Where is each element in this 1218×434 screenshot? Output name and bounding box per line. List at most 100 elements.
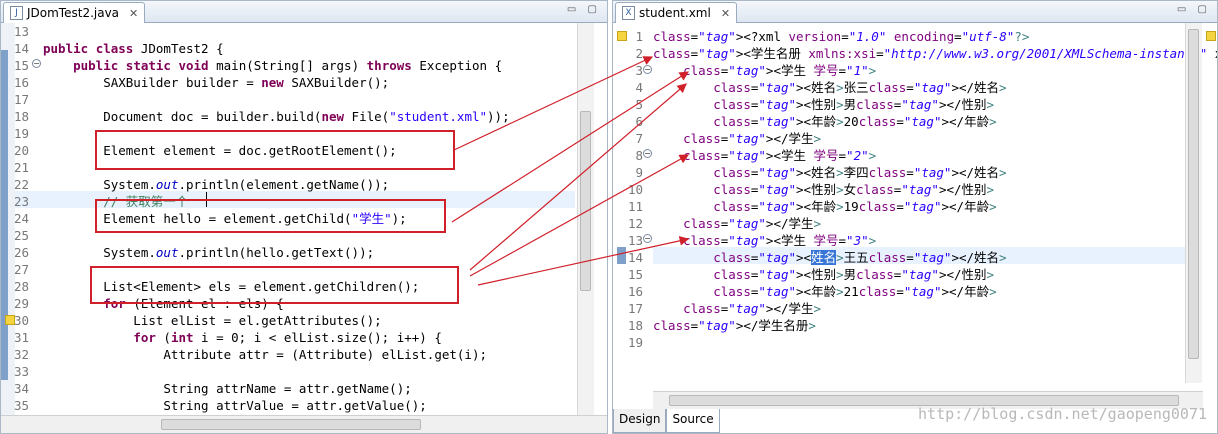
warning-marker-icon[interactable] bbox=[5, 315, 15, 325]
tab-student-xml[interactable]: X student.xml ✕ bbox=[615, 2, 738, 23]
line-number: 15 bbox=[13, 58, 29, 73]
tab-title: student.xml bbox=[639, 6, 711, 20]
annotation-box-get-children bbox=[90, 266, 459, 304]
code-text[interactable]: class="tag"><年龄>20class="tag"></年龄> bbox=[653, 113, 996, 130]
line-number: 14 bbox=[627, 250, 643, 265]
code-text[interactable]: class="tag"><学生 学号="1"> bbox=[653, 62, 876, 79]
window-controls[interactable]: ▭ ▢ bbox=[567, 4, 601, 15]
code-text[interactable]: Document doc = builder.build(new File("s… bbox=[43, 108, 509, 125]
code-text[interactable]: public static void main(String[] args) t… bbox=[43, 57, 502, 74]
line-number: 24 bbox=[13, 211, 29, 226]
tab-title: JDomTest2.java bbox=[27, 6, 120, 20]
code-text[interactable]: class="tag"><姓名>李四class="tag"></姓名> bbox=[653, 164, 1006, 181]
line-number: 35 bbox=[13, 398, 29, 413]
line-number: 27 bbox=[13, 262, 29, 277]
line-number: 26 bbox=[13, 245, 29, 260]
line-number: 12 bbox=[627, 216, 643, 231]
line-number: 7 bbox=[635, 131, 643, 146]
line-number: 4 bbox=[635, 80, 643, 95]
line-number: 29 bbox=[13, 296, 29, 311]
java-editor-tabbar: J JDomTest2.java ✕ ▭ ▢ bbox=[1, 1, 607, 23]
line-number: 9 bbox=[635, 165, 643, 180]
overview-warning-icon[interactable] bbox=[1206, 31, 1216, 41]
line-number: 20 bbox=[13, 143, 29, 158]
line-number: 34 bbox=[13, 381, 29, 396]
line-number: 3 bbox=[635, 63, 643, 78]
java-file-icon: J bbox=[10, 6, 23, 20]
code-text[interactable]: class="tag"></学生> bbox=[653, 215, 821, 232]
code-text[interactable]: class="tag"><性别>男class="tag"></性别> bbox=[653, 96, 994, 113]
editor-mode-tabs: Design Source bbox=[613, 409, 720, 433]
code-text[interactable]: class="tag"><?xml version="1.0" encoding… bbox=[653, 28, 1029, 45]
code-text[interactable]: class="tag"><年龄>19class="tag"></年龄> bbox=[653, 198, 996, 215]
fold-collapse-icon[interactable]: − bbox=[643, 149, 652, 158]
code-text[interactable]: class="tag"><学生 学号="3"> bbox=[653, 232, 876, 249]
line-number: 15 bbox=[627, 267, 643, 282]
line-number: 16 bbox=[627, 284, 643, 299]
code-text[interactable]: String attrName = attr.getName(); bbox=[43, 380, 411, 397]
tab-source[interactable]: Source bbox=[666, 409, 720, 433]
close-icon[interactable]: ✕ bbox=[129, 7, 138, 20]
close-icon[interactable]: ✕ bbox=[721, 7, 730, 20]
code-text[interactable]: class="tag"><性别>女class="tag"></性别> bbox=[653, 181, 994, 198]
line-number: 11 bbox=[627, 199, 643, 214]
line-number: 14 bbox=[13, 41, 29, 56]
code-text[interactable]: class="tag"><学生 学号="2"> bbox=[653, 147, 876, 164]
left-hscroll-thumb[interactable] bbox=[161, 419, 421, 430]
line-number: 16 bbox=[13, 75, 29, 90]
line-number: 19 bbox=[627, 335, 643, 350]
line-number: 18 bbox=[627, 318, 643, 333]
line-number: 23 bbox=[13, 194, 29, 209]
line-number: 21 bbox=[13, 160, 29, 175]
line-number: 32 bbox=[13, 347, 29, 362]
tab-design[interactable]: Design bbox=[613, 409, 667, 433]
line-number: 28 bbox=[13, 279, 29, 294]
left-vscroll-thumb[interactable] bbox=[580, 111, 591, 291]
annotation-box-get-child bbox=[95, 199, 446, 233]
code-text[interactable]: Attribute attr = (Attribute) elList.get(… bbox=[43, 346, 487, 363]
xml-editor-tabbar: X student.xml ✕ ▭ ▢ bbox=[613, 1, 1217, 23]
line-number: 17 bbox=[13, 92, 29, 107]
code-text[interactable]: class="tag"><性别>男class="tag"></性别> bbox=[653, 266, 994, 283]
code-text[interactable]: public class JDomTest2 { bbox=[43, 40, 224, 57]
code-text[interactable]: class="tag"><姓名>张三class="tag"></姓名> bbox=[653, 79, 1006, 96]
code-text[interactable]: class="tag"><姓名>王五class="tag"></姓名> bbox=[653, 249, 1007, 266]
code-text[interactable]: System.out.println(hello.getText()); bbox=[43, 244, 374, 261]
code-text[interactable]: class="tag"></学生> bbox=[653, 130, 821, 147]
code-text[interactable]: System.out.println(element.getName()); bbox=[43, 176, 389, 193]
code-text[interactable]: SAXBuilder builder = new SAXBuilder(); bbox=[43, 74, 389, 91]
line-number: 5 bbox=[635, 97, 643, 112]
watermark-text: http://blog.csdn.net/gaopeng0071 bbox=[918, 405, 1207, 423]
fold-collapse-icon[interactable]: − bbox=[643, 65, 652, 74]
java-editor-pane: J JDomTest2.java ✕ ▭ ▢ 13 14 public class … bbox=[0, 0, 608, 434]
fold-collapse-icon[interactable]: − bbox=[32, 59, 41, 68]
fold-collapse-icon[interactable]: − bbox=[643, 234, 652, 243]
window-controls[interactable]: ▭ ▢ bbox=[1177, 4, 1211, 15]
line-number: 19 bbox=[13, 126, 29, 141]
code-text[interactable]: List elList = el.getAttributes(); bbox=[43, 312, 381, 329]
right-vscroll-thumb[interactable] bbox=[1188, 29, 1199, 359]
line-number: 13 bbox=[627, 233, 643, 248]
xml-editor-pane: X student.xml ✕ ▭ ▢ 1 class="tag"><?xml v… bbox=[612, 0, 1218, 434]
line-number: 2 bbox=[635, 46, 643, 61]
left-vertical-scrollbar[interactable] bbox=[577, 23, 594, 415]
right-vertical-scrollbar[interactable] bbox=[1185, 23, 1202, 383]
tab-jdomtest2-java[interactable]: J JDomTest2.java ✕ bbox=[3, 2, 146, 23]
annotation-box-get-root bbox=[95, 130, 455, 170]
xml-file-icon: X bbox=[622, 6, 635, 20]
line-number: 6 bbox=[635, 114, 643, 129]
line-number: 25 bbox=[13, 228, 29, 243]
code-text[interactable]: class="tag"><学生名册 xmlns:xsi="http://www.… bbox=[653, 45, 1217, 62]
left-horizontal-scrollbar[interactable] bbox=[1, 415, 607, 433]
line-number: 8 bbox=[635, 148, 643, 163]
line-number: 13 bbox=[13, 24, 29, 39]
line-number: 33 bbox=[13, 364, 29, 379]
code-text[interactable]: class="tag"></学生> bbox=[653, 300, 821, 317]
code-text[interactable]: String attrValue = attr.getValue(); bbox=[43, 397, 426, 414]
warning-marker-icon[interactable] bbox=[617, 31, 627, 41]
code-text[interactable]: class="tag"><年龄>21class="tag"></年龄> bbox=[653, 283, 996, 300]
line-number: 18 bbox=[13, 109, 29, 124]
code-text[interactable]: class="tag"></学生名册> bbox=[653, 317, 816, 334]
code-text[interactable]: for (int i = 0; i < elList.size(); i++) … bbox=[43, 329, 442, 346]
line-number: 10 bbox=[627, 182, 643, 197]
